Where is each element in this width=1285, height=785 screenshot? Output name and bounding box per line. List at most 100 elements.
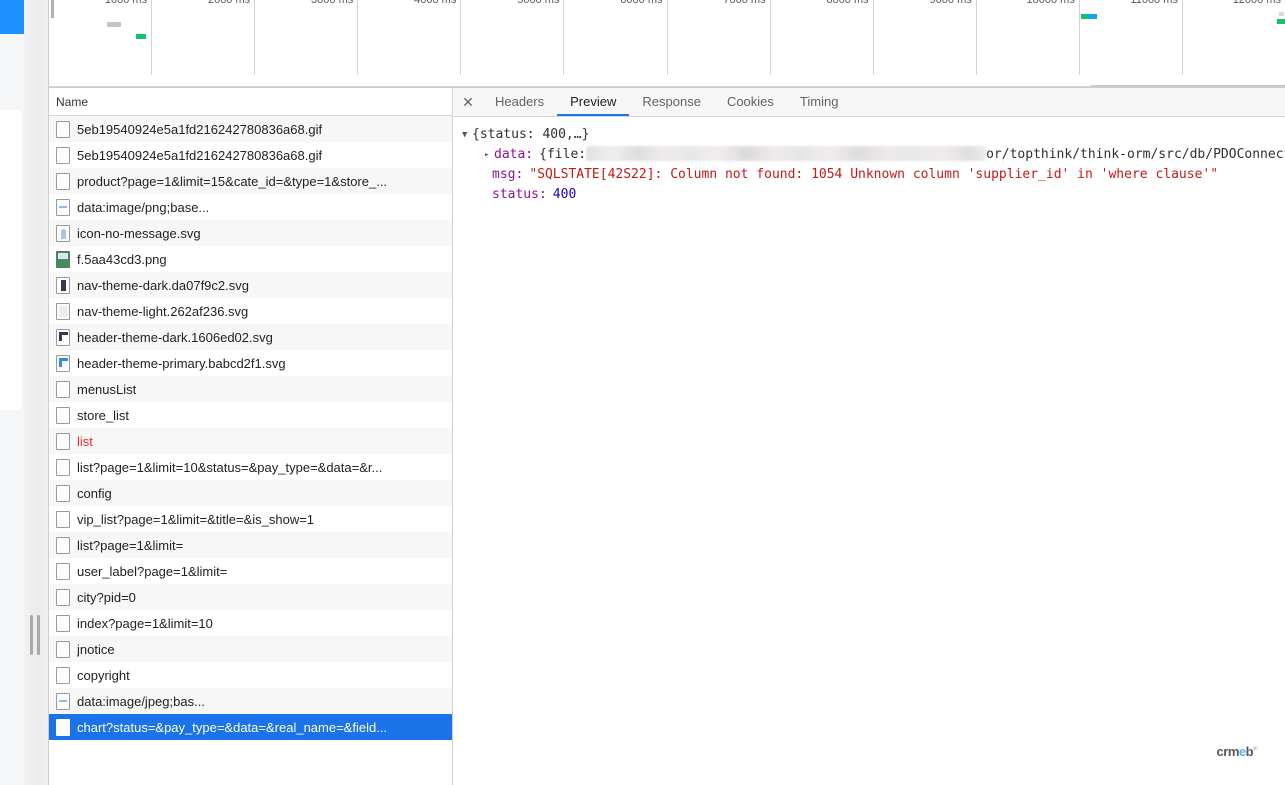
json-data-path-tail: or/topthink/think-orm/src/db/PDOConnecti… (986, 147, 1285, 162)
image-light-icon (56, 302, 70, 320)
tab-preview[interactable]: Preview (557, 88, 630, 116)
json-value-status: 400 (552, 187, 577, 202)
overview-request-bar (1081, 14, 1097, 19)
request-name: store_list (77, 407, 130, 423)
request-list-row[interactable]: 5eb19540924e5a1fd216242780836a68.gif (49, 116, 452, 142)
chevron-down-icon[interactable]: ▼ (462, 125, 472, 145)
json-key-data: data: (494, 147, 534, 162)
image-person-icon (56, 224, 70, 242)
document-icon (56, 120, 70, 138)
request-name: data:image/png;base... (77, 199, 210, 215)
request-list-row[interactable]: copyright (49, 662, 452, 688)
request-name: copyright (77, 667, 130, 683)
watermark-dot: e (1238, 744, 1246, 759)
chevron-right-icon[interactable]: ▸ (484, 145, 494, 165)
tab-timing[interactable]: Timing (787, 88, 852, 116)
network-overview-timeline[interactable]: 1000 ms 2000 ms 3000 ms 4000 ms 5000 ms 6000 … (49, 0, 1285, 88)
request-list-row[interactable]: menusList (49, 376, 452, 402)
request-list-row[interactable]: data:image/png;base... (49, 194, 452, 220)
overview-tick-label: 12000 ms (1232, 0, 1281, 6)
overview-bar-segment-download (1081, 14, 1088, 19)
request-list-row[interactable]: f.5aa43cd3.png (49, 246, 452, 272)
network-request-list-pane[interactable]: Name 5eb19540924e5a1fd216242780836a68.gi… (49, 88, 453, 785)
image-dash-icon (56, 692, 70, 710)
request-name: 5eb19540924e5a1fd216242780836a68.gif (77, 147, 323, 163)
overview-request-bar (1279, 12, 1285, 16)
request-name: data:image/jpeg;bas... (77, 693, 205, 709)
tab-headers[interactable]: Headers (482, 88, 557, 116)
request-name: chart?status=&pay_type=&data=&real_name=… (77, 719, 388, 735)
image-dark-icon (56, 276, 70, 294)
preview-json-viewer: ▼ {status: 400,…} ▸ data: {file: or/topthink… (454, 117, 1285, 205)
request-list-column-header-name[interactable]: Name (49, 88, 452, 116)
overview-bar-segment-stalled (1279, 12, 1284, 16)
request-list-row[interactable]: list?page=1&limit=10&status=&pay_type=&d… (49, 454, 452, 480)
redacted-file-path (586, 146, 987, 161)
request-list-row[interactable]: city?pid=0 (49, 584, 452, 610)
overview-bar-segment-download (136, 34, 146, 39)
crmeb-watermark: crmeb® (1217, 744, 1258, 759)
request-name: user_label?page=1&limit= (77, 563, 228, 579)
overview-gridlines: 1000 ms 2000 ms 3000 ms 4000 ms 5000 ms 6000 … (49, 0, 1285, 81)
tab-cookies[interactable]: Cookies (714, 88, 787, 116)
page-white-card (0, 110, 22, 410)
page-left-gutter (24, 0, 48, 785)
request-list-row[interactable]: store_list (49, 402, 452, 428)
json-msg-line: msg: "SQLSTATE[42S22]: Column not found: … (462, 165, 1285, 185)
document-icon (56, 614, 70, 632)
request-detail-tabbar: ✕ Headers Preview Response Cookies Timing (454, 88, 1285, 117)
request-name: list?page=1&limit=10&status=&pay_type=&d… (77, 459, 383, 475)
request-name: product?page=1&limit=15&cate_id=&type=1&… (77, 173, 388, 189)
overview-left-edge-marker (51, 0, 54, 18)
request-name: list?page=1&limit= (77, 537, 184, 553)
json-root-summary: {status: 400,…} (472, 127, 590, 142)
request-name: f.5aa43cd3.png (77, 251, 167, 267)
request-list-row[interactable]: data:image/jpeg;bas... (49, 688, 452, 714)
request-list-row[interactable]: config (49, 480, 452, 506)
close-icon[interactable]: ✕ (454, 88, 482, 116)
json-root-line[interactable]: ▼ {status: 400,…} (462, 125, 1285, 145)
watermark-text-after: b (1245, 744, 1254, 759)
tab-response[interactable]: Response (629, 88, 714, 116)
request-list-row[interactable]: product?page=1&limit=15&cate_id=&type=1&… (49, 168, 452, 194)
request-list-row[interactable]: index?page=1&limit=10 (49, 610, 452, 636)
overview-request-bar (1277, 19, 1285, 24)
request-list-row[interactable]: user_label?page=1&limit= (49, 558, 452, 584)
request-detail-pane: ✕ Headers Preview Response Cookies Timing ▼{… (454, 88, 1285, 785)
document-icon (56, 536, 70, 554)
request-name: nav-theme-dark.da07f9c2.svg (77, 277, 249, 293)
document-icon (56, 588, 70, 606)
panel-resize-handle[interactable] (30, 615, 40, 655)
request-list-row[interactable]: nav-theme-dark.da07f9c2.svg (49, 272, 452, 298)
overview-request-bar (136, 34, 146, 39)
request-list-row[interactable]: 5eb19540924e5a1fd216242780836a68.gif (49, 142, 452, 168)
document-icon (56, 432, 70, 450)
request-list-row[interactable]: vip_list?page=1&limit=&title=&is_show=1 (49, 506, 452, 532)
document-icon (56, 484, 70, 502)
request-list-row[interactable]: nav-theme-light.262af236.svg (49, 298, 452, 324)
request-name: icon-no-message.svg (77, 225, 201, 241)
request-name: header-theme-primary.babcd2f1.svg (77, 355, 286, 371)
request-list-row[interactable]: list?page=1&limit= (49, 532, 452, 558)
document-icon (56, 640, 70, 658)
detail-tabs-host: Headers Preview Response Cookies Timing (482, 88, 851, 116)
request-list-row[interactable]: chart?status=&pay_type=&data=&real_name=… (49, 714, 452, 740)
request-list-row[interactable]: icon-no-message.svg (49, 220, 452, 246)
json-data-line[interactable]: ▸ data: {file: or/topthink/think-orm/src/db… (462, 145, 1285, 165)
request-list-row[interactable]: header-theme-dark.1606ed02.svg (49, 324, 452, 350)
document-icon (56, 406, 70, 424)
page-blue-accent-block (0, 0, 24, 34)
document-icon (56, 458, 70, 476)
document-icon (56, 510, 70, 528)
request-name: header-theme-dark.1606ed02.svg (77, 329, 273, 345)
request-name: city?pid=0 (77, 589, 136, 605)
request-name: menusList (77, 381, 137, 397)
request-name: 5eb19540924e5a1fd216242780836a68.gif (77, 121, 323, 137)
request-list-row[interactable]: jnotice (49, 636, 452, 662)
request-list-row[interactable]: list (49, 428, 452, 454)
json-key-msg: msg: (492, 167, 524, 182)
request-name: list (77, 433, 93, 449)
request-list-row[interactable]: header-theme-primary.babcd2f1.svg (49, 350, 452, 376)
overview-request-bar (107, 22, 129, 27)
json-data-open-brace: {file: (539, 147, 587, 162)
